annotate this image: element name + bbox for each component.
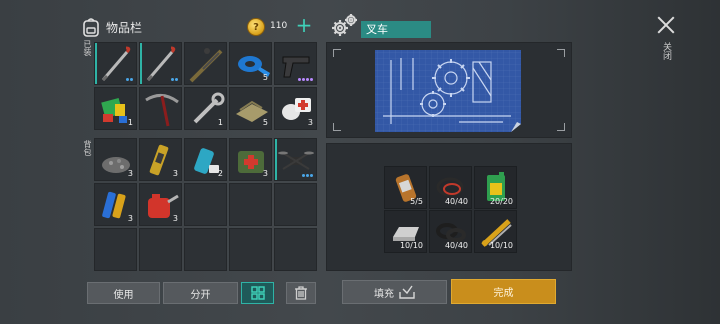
recipe-name: 叉车 xyxy=(361,21,431,38)
rifle-icon xyxy=(189,48,223,83)
item-quantity: 3 xyxy=(307,118,313,127)
backpack-empty-slot[interactable] xyxy=(274,228,317,271)
ingredient-electric-motor[interactable]: 5/5 xyxy=(384,166,427,209)
equipped-grid: 5 1 1 5 3 xyxy=(94,42,317,130)
durability-dots xyxy=(171,78,178,81)
selection-marker xyxy=(95,43,97,84)
backpack-empty-slot[interactable] xyxy=(94,228,137,271)
backpack-grid: 3 3 2 3 3 3 xyxy=(94,138,317,271)
backpack-empty-slot[interactable] xyxy=(139,228,182,271)
durability-dots xyxy=(302,174,313,177)
equipped-slot-crowbar[interactable] xyxy=(94,42,137,85)
backpack-section-label: 背包 xyxy=(83,140,92,156)
equipped-slot-pistol[interactable] xyxy=(274,42,317,85)
sort-grid-button[interactable] xyxy=(241,282,274,304)
close-icon[interactable] xyxy=(656,15,676,35)
item-quantity: 3 xyxy=(262,169,268,178)
ingredient-quantity: 40/40 xyxy=(444,197,468,206)
frame-corner xyxy=(557,123,565,131)
backpack-slot-battery[interactable]: 3 xyxy=(139,138,182,181)
frame-corner xyxy=(333,123,341,131)
coin-count: 110 xyxy=(270,21,288,31)
backpack-slot-drone[interactable] xyxy=(274,138,317,181)
ingredient-quantity: 5/5 xyxy=(410,197,423,206)
equipped-slot-bandage[interactable]: 3 xyxy=(274,87,317,130)
blueprint-image xyxy=(375,50,521,132)
backpack-empty-slot[interactable] xyxy=(184,228,227,271)
ingredient-oil-canister[interactable]: 20/20 xyxy=(474,166,517,209)
ingredient-aluminum-ingot[interactable]: 10/10 xyxy=(384,210,427,253)
equipped-slot-duct-tape[interactable]: 5 xyxy=(229,42,272,85)
fill-button[interactable]: 填充 xyxy=(342,280,447,304)
split-button[interactable]: 分开 xyxy=(163,282,238,304)
equipped-slot-wrench[interactable]: 1 xyxy=(184,87,227,130)
ingredient-quantity: 20/20 xyxy=(489,197,513,206)
ingredients-panel: 5/5 40/40 20/20 10/10 40/40 10/10 xyxy=(326,143,572,271)
equipped-slot-pickaxe[interactable] xyxy=(139,87,182,130)
item-quantity: 5 xyxy=(262,118,268,127)
backpack-slot-batteries[interactable]: 3 xyxy=(94,183,137,226)
use-button[interactable]: 使用 xyxy=(87,282,160,304)
backpack-slot-gravel[interactable]: 3 xyxy=(94,138,137,181)
item-quantity: 1 xyxy=(217,118,223,127)
equipped-section-label: 已装 xyxy=(83,40,92,56)
item-quantity: 3 xyxy=(172,169,178,178)
backpack-empty-slot[interactable] xyxy=(274,183,317,226)
inventory-header: 物品栏 xyxy=(82,14,142,40)
backpack-empty-slot[interactable] xyxy=(229,183,272,226)
grid-icon xyxy=(250,286,265,300)
ingredient-rubber-seal[interactable]: 40/40 xyxy=(429,210,472,253)
item-quantity: 1 xyxy=(127,118,133,127)
item-quantity: 3 xyxy=(172,214,178,223)
backpack-icon xyxy=(83,18,99,37)
close-label[interactable]: 关闭 xyxy=(661,42,671,60)
ingredient-quantity: 40/40 xyxy=(444,241,468,250)
add-coins-button[interactable]: + xyxy=(294,15,314,36)
equipped-slot-explosive-box[interactable]: 1 xyxy=(94,87,137,130)
complete-button[interactable]: 完成 xyxy=(451,279,556,304)
ingredient-wire-bundle[interactable]: 40/40 xyxy=(429,166,472,209)
coin-icon: ? xyxy=(247,18,265,36)
inventory-title: 物品栏 xyxy=(106,20,143,35)
item-quantity: 3 xyxy=(127,169,133,178)
equipped-slot-crowbar[interactable] xyxy=(139,42,182,85)
item-quantity: 3 xyxy=(127,214,133,223)
backpack-slot-inhaler[interactable]: 2 xyxy=(184,138,227,181)
fill-label: 填充 xyxy=(374,288,394,300)
equipped-slot-cloth[interactable]: 5 xyxy=(229,87,272,130)
gears-icon xyxy=(332,14,357,36)
fill-icon xyxy=(399,285,415,299)
equipped-slot-rifle[interactable] xyxy=(184,42,227,85)
ingredient-quantity: 10/10 xyxy=(399,241,423,250)
backpack-empty-slot[interactable] xyxy=(184,183,227,226)
frame-corner xyxy=(557,49,565,57)
selection-marker xyxy=(275,139,277,180)
blueprint-panel xyxy=(326,42,572,138)
frame-corner xyxy=(333,49,341,57)
trash-button[interactable] xyxy=(286,282,316,304)
durability-dots xyxy=(298,78,313,81)
ingredient-hydraulic-piston[interactable]: 10/10 xyxy=(474,210,517,253)
selection-marker xyxy=(140,43,142,84)
item-quantity: 5 xyxy=(262,73,268,82)
item-quantity: 2 xyxy=(217,169,223,178)
backpack-slot-fuel-can[interactable]: 3 xyxy=(139,183,182,226)
backpack-slot-first-aid-bag[interactable]: 3 xyxy=(229,138,272,181)
pickaxe-icon xyxy=(145,94,179,127)
backpack-empty-slot[interactable] xyxy=(229,228,272,271)
ingredient-quantity: 10/10 xyxy=(489,241,513,250)
trash-icon xyxy=(295,286,307,300)
durability-dots xyxy=(126,78,133,81)
